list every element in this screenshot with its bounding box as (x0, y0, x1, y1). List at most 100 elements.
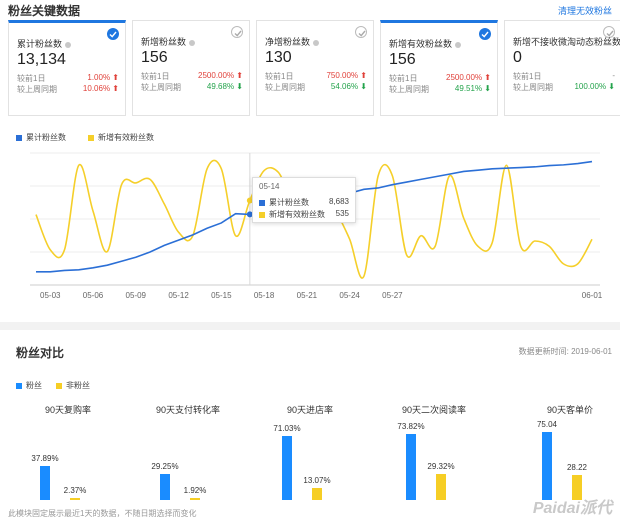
compare-value: 1.00% ⬆ (87, 73, 119, 82)
bar-value-label: 29.25% (151, 461, 179, 471)
tooltip-row-cumulative: 累计粉丝数 8,683 (259, 197, 349, 207)
bar-fans[interactable] (282, 436, 292, 500)
bar-value-label: 1.92% (183, 486, 207, 495)
compare-value: - (612, 71, 615, 80)
x-tick-label: 05-06 (83, 291, 104, 300)
bar-value-label: 29.32% (427, 461, 455, 471)
legend-swatch (16, 134, 22, 141)
compare-value: 49.51% ⬇ (454, 84, 491, 93)
compare-label: 较前1日 (389, 74, 418, 83)
checked-icon[interactable] (107, 28, 119, 40)
bar-value-label: 75.04 (536, 420, 558, 430)
compare-label: 较上周同期 (265, 83, 305, 92)
x-tick-label: 05-27 (382, 291, 403, 300)
bar-non-fans[interactable] (70, 497, 80, 500)
compare-value: 2500.00% ⬆ (198, 71, 243, 80)
compare-label: 较前1日 (265, 72, 294, 81)
bar-fans[interactable] (160, 473, 170, 500)
section-divider (0, 322, 620, 330)
checked-icon[interactable] (479, 28, 491, 40)
kpi-card[interactable]: 新增不接收微淘动态粉丝数 0 较前1日 - 较上周同期 100.00% ⬇ (504, 20, 620, 116)
card-label: 新增有效粉丝数 (389, 37, 462, 50)
card-label: 新增粉丝数 (141, 35, 196, 48)
tooltip-value: 8,683 (328, 197, 349, 206)
bar-non-fans[interactable] (312, 488, 322, 500)
footnote: 此模块固定展示最近1天的数据，不随日期选择而变化 (8, 509, 197, 518)
bar-legend-fans[interactable]: 粉丝 (16, 380, 42, 391)
kpi-card[interactable]: 新增粉丝数 156 较前1日 2500.00% ⬆ 较上周同期 49.68% ⬇ (132, 20, 250, 116)
tooltip-swatch (259, 211, 265, 218)
tooltip-series-name: 累计粉丝数 (269, 198, 309, 207)
legend-swatch (16, 382, 22, 389)
info-icon[interactable] (455, 41, 462, 48)
update-time: 数据更新时间: 2019-06-01 (518, 347, 612, 356)
kpi-card[interactable]: 新增有效粉丝数 156 较前1日 2500.00% ⬆ 较上周同期 49.51% ⬇ (380, 20, 498, 116)
metric-title: 90天支付转化率 (155, 405, 220, 415)
legend-label: 非粉丝 (66, 381, 90, 390)
compare-label: 较上周同期 (141, 83, 181, 92)
watermark-logo: Paidai派代 (532, 500, 612, 517)
bar-value-label: 73.82% (397, 421, 425, 431)
bar-non-fans[interactable] (190, 498, 200, 500)
legend-label: 粉丝 (26, 381, 42, 390)
info-icon[interactable] (189, 39, 196, 46)
bar-value-label: 37.89% (31, 453, 59, 463)
compare-value: 10.06% ⬆ (82, 84, 119, 93)
x-tick-label: 05-12 (168, 291, 189, 300)
x-tick-label: 05-15 (211, 291, 232, 300)
line-legend-new-valid[interactable]: 新增有效粉丝数 (88, 132, 154, 143)
unchecked-icon[interactable] (231, 26, 243, 38)
bar-value-label: 2.37% (63, 485, 87, 495)
tooltip-date: 05-14 (259, 182, 280, 191)
info-icon[interactable] (65, 41, 72, 48)
legend-swatch (88, 134, 94, 141)
bar-legend-non-fans[interactable]: 非粉丝 (56, 380, 90, 391)
legend-label: 累计粉丝数 (26, 133, 66, 142)
x-tick-label: 06-01 (582, 291, 603, 300)
bar-value-label: 13.07% (303, 476, 331, 486)
compare-label: 较上周同期 (513, 83, 553, 92)
bar-fans[interactable] (40, 465, 50, 500)
tooltip-series-name: 新增有效粉丝数 (269, 210, 325, 219)
tooltip-value: 535 (335, 209, 349, 218)
unchecked-icon[interactable] (355, 26, 367, 38)
tooltip-swatch (259, 199, 265, 206)
card-value: 156 (141, 49, 168, 66)
compare-value: 54.06% ⬇ (330, 82, 367, 91)
fan-trend-line-chart[interactable]: 05-03 05-06 05-09 05-12 05-15 05-18 05-21 05-24… (0, 145, 620, 320)
kpi-card[interactable]: 累计粉丝数 13,134 较前1日 1.00% ⬆ 较上周同期 10.06% ⬆ (8, 20, 126, 116)
line-legend-cumulative[interactable]: 累计粉丝数 (16, 132, 66, 143)
compare-label: 较上周同期 (389, 85, 429, 94)
chart-tooltip: 05-14 累计粉丝数 8,683 新增有效粉丝数 535 (252, 177, 356, 223)
metric-title: 90天客单价 (546, 405, 593, 415)
legend-label: 新增有效粉丝数 (98, 133, 154, 142)
section-title-key-data: 粉丝关键数据 (8, 4, 81, 18)
x-tick-label: 05-18 (254, 291, 275, 300)
kpi-cards: 累计粉丝数 13,134 较前1日 1.00% ⬆ 较上周同期 10.06% ⬆ 新增粉丝数… (8, 20, 620, 116)
metric-title: 90天二次阅读率 (401, 405, 466, 415)
info-icon[interactable] (313, 39, 320, 46)
compare-value: 49.68% ⬇ (206, 82, 243, 91)
tooltip-row-new-valid: 新增有效粉丝数 535 (259, 209, 349, 219)
card-label: 净增粉丝数 (265, 35, 320, 48)
bar-fans[interactable] (542, 432, 552, 500)
x-tick-label: 05-03 (40, 291, 61, 300)
metric-title: 90天复购率 (44, 405, 91, 415)
card-value: 13,134 (17, 51, 66, 68)
clean-invalid-fans-link[interactable]: 清理无效粉丝 (558, 4, 612, 17)
metric-title: 90天进店率 (286, 405, 333, 415)
card-value: 0 (513, 49, 522, 66)
compare-label: 较前1日 (513, 72, 542, 81)
compare-label: 较上周同期 (17, 85, 57, 94)
fan-compare-bar-charts: 90天复购率 37.89% 2.37% 90天支付转化率 29.25% 1.92% 90天进… (0, 395, 620, 505)
compare-label: 较前1日 (141, 72, 170, 81)
legend-swatch (56, 382, 62, 389)
compare-label: 较前1日 (17, 74, 46, 83)
bar-non-fans[interactable] (436, 473, 446, 500)
compare-value: 750.00% ⬆ (326, 71, 367, 80)
card-label: 累计粉丝数 (17, 37, 72, 50)
kpi-card[interactable]: 净增粉丝数 130 较前1日 750.00% ⬆ 较上周同期 54.06% ⬇ (256, 20, 374, 116)
x-tick-label: 05-24 (339, 291, 360, 300)
bar-fans[interactable] (406, 433, 416, 500)
compare-value: 100.00% ⬇ (574, 82, 615, 91)
